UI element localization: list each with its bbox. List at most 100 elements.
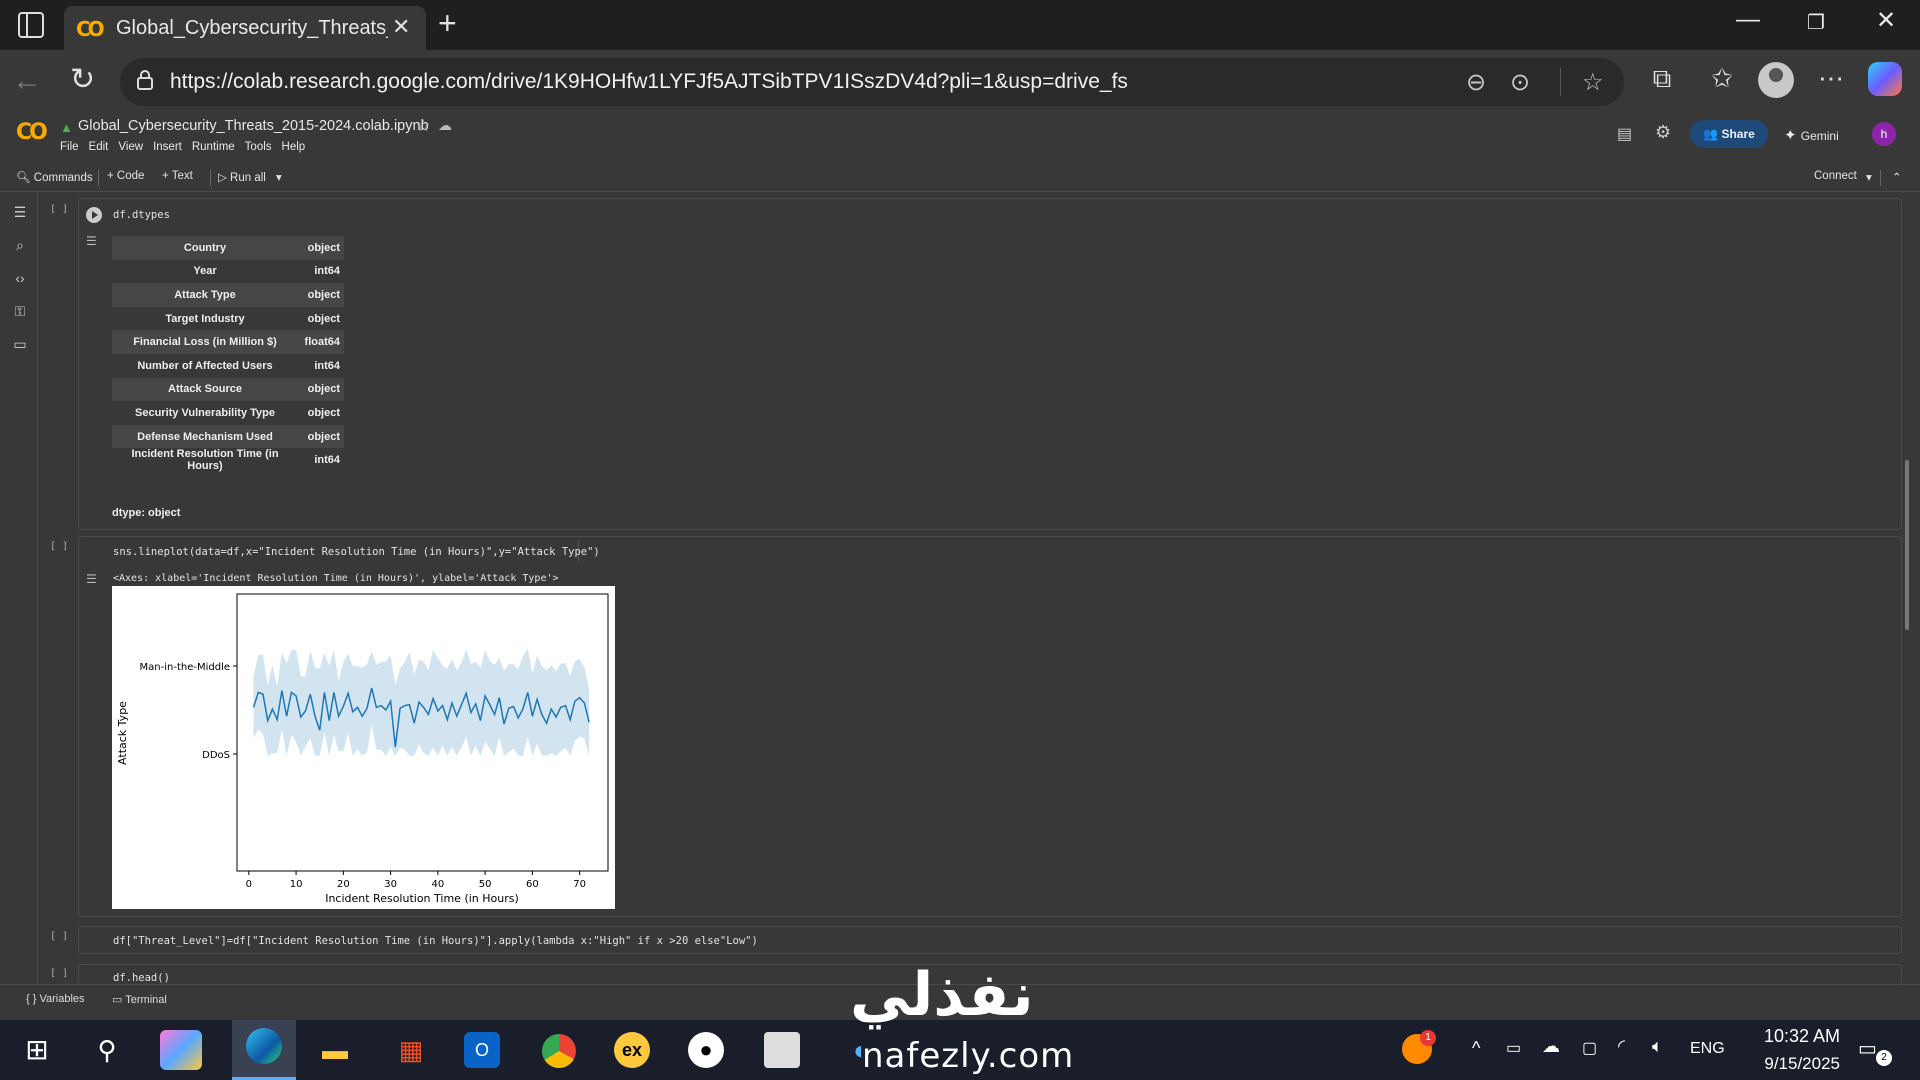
output-actions-icon[interactable]: ☰ (86, 234, 97, 248)
ex-app-icon[interactable]: ex (614, 1032, 650, 1068)
more-actions-icon[interactable]: ⊙ (1510, 68, 1530, 97)
outlook-icon[interactable]: O (464, 1032, 500, 1068)
secrets-key-icon[interactable]: ⚿ (12, 303, 28, 320)
menu-help[interactable]: Help (282, 141, 306, 153)
find-replace-icon[interactable]: ⌕ (12, 237, 28, 254)
watermark-arabic: نفذلي (850, 960, 1034, 1030)
notebook-toolbar: 🔍︎ Commands + Code + Text ▷ Run all ▾ Co… (0, 164, 1920, 192)
share-button[interactable]: 👥 Share (1690, 120, 1768, 148)
favorite-star-icon[interactable]: ☆ (1582, 68, 1604, 97)
edge-app-icon[interactable] (232, 1020, 296, 1080)
zoom-out-icon[interactable]: ⊖ (1466, 68, 1486, 97)
column-name-cell: Target Industry (165, 312, 245, 325)
cloud-icon: ☁ (438, 117, 452, 133)
cell-code[interactable]: df.head() (113, 972, 170, 984)
windows-start-icon[interactable]: ⊞ (16, 1030, 58, 1070)
dtype-cell: int64 (314, 454, 340, 467)
table-row: Attack Source object (112, 377, 344, 402)
gemini-button[interactable]: ✦ Gemini (1784, 126, 1839, 144)
sidebar-toggle-icon[interactable] (18, 12, 44, 38)
meet-icon[interactable]: ▢ (1582, 1038, 1597, 1058)
connect-button[interactable]: Connect (1814, 170, 1857, 182)
run-all-label: Run all (230, 172, 266, 184)
restore-button[interactable]: ❐ (1796, 10, 1836, 35)
address-bar[interactable]: https://colab.research.google.com/drive/… (120, 58, 1624, 106)
more-menu-icon[interactable]: ⋯ (1814, 63, 1848, 94)
column-name-cell: Year (193, 265, 217, 278)
wifi-icon[interactable]: ◜ (1618, 1036, 1625, 1057)
close-tab-icon[interactable]: ✕ (392, 14, 410, 40)
microsoft-store-icon[interactable]: ▦ (390, 1030, 432, 1070)
add-code-button[interactable]: + Code (107, 170, 144, 182)
comment-icon[interactable]: ▤ (1617, 124, 1632, 144)
table-of-contents-icon[interactable]: ☰ (12, 204, 28, 221)
back-button[interactable]: ← (12, 64, 42, 98)
colab-logo[interactable]: CO (16, 120, 48, 145)
commands-button[interactable]: 🔍︎ Commands (16, 170, 93, 184)
cell-execution-bracket: [ ] (50, 968, 69, 979)
clock-date[interactable]: 9/15/2025 (1742, 1054, 1840, 1074)
collapse-header-icon[interactable]: ⌃ (1892, 170, 1902, 184)
line-chart: 0 10 20 30 40 50 60 70 Man-in-the-Middle DDoS In… (112, 586, 615, 909)
notebook-title[interactable]: Global_Cybersecurity_Threats_2015-2024.c… (78, 118, 429, 134)
menu-view[interactable]: View (118, 141, 143, 153)
star-icon[interactable]: ☆ (416, 116, 430, 136)
browser-tab[interactable]: CO Global_Cybersecurity_Threats_201 ✕ (64, 6, 426, 50)
profile-avatar[interactable] (1758, 62, 1794, 98)
colab-tab-favicon: CO (76, 17, 105, 41)
x-axis-label: Incident Resolution Time (in Hours) (325, 892, 519, 905)
chrome-icon[interactable] (538, 1030, 580, 1070)
terminal-button[interactable]: ▭ Terminal (112, 993, 167, 1006)
file-explorer-icon[interactable]: ▬ (314, 1030, 356, 1070)
code-snippets-icon[interactable]: ‹› (12, 270, 28, 286)
copilot-icon[interactable] (1868, 62, 1902, 96)
notification-center-icon[interactable]: ▭ (1858, 1036, 1877, 1061)
cell-code[interactable]: df["Threat_Level"]=df["Incident Resoluti… (113, 935, 758, 947)
output-actions-icon[interactable]: ☰ (86, 572, 97, 586)
cell-code[interactable]: sns.lineplot(data=df,x="Incident Resolut… (113, 546, 600, 558)
close-window-button[interactable]: ✕ (1866, 6, 1906, 35)
extensions-icon[interactable]: ⧉ (1645, 63, 1679, 95)
run-all-dropdown-icon[interactable]: ▾ (276, 170, 282, 184)
notification-app-icon[interactable]: 1 (1402, 1030, 1436, 1064)
terminal-icon: ▭ (112, 994, 126, 1006)
language-indicator[interactable]: ENG (1690, 1040, 1725, 1058)
notebook-scrollbar[interactable] (1905, 460, 1909, 630)
table-row: Country object (112, 236, 344, 260)
confidence-band (253, 648, 590, 756)
cell-code[interactable]: df.dtypes (113, 209, 170, 221)
favorites-icon[interactable]: ✩ (1705, 63, 1739, 94)
chrome-logo-icon (542, 1034, 576, 1068)
menu-file[interactable]: File (60, 141, 79, 153)
gear-icon[interactable]: ⚙ (1655, 122, 1671, 143)
search-icon[interactable]: ⚲ (86, 1030, 128, 1070)
minimize-button[interactable]: — (1728, 6, 1768, 34)
menu-tools[interactable]: Tools (245, 141, 272, 153)
onedrive-cloud-icon[interactable]: ☁ (1542, 1036, 1560, 1057)
table-row: Number of Affected Users int64 (112, 354, 344, 378)
new-tab-button[interactable]: + (438, 5, 457, 42)
variables-button[interactable]: { } Variables (26, 993, 85, 1005)
add-text-button[interactable]: + Text (162, 170, 193, 182)
reload-button[interactable]: ↻ (70, 62, 95, 97)
volume-icon[interactable]: 🔈︎ (1652, 1036, 1663, 1057)
search-icon: 🔍︎ (16, 172, 34, 184)
code-cell[interactable] (78, 198, 1902, 530)
user-avatar[interactable]: h (1872, 122, 1896, 146)
menu-runtime[interactable]: Runtime (192, 141, 235, 153)
run-cell-button[interactable] (86, 207, 102, 223)
url-text[interactable]: https://colab.research.google.com/drive/… (170, 70, 1128, 94)
files-folder-icon[interactable]: ▭ (12, 336, 28, 353)
ida-app-icon[interactable] (764, 1032, 800, 1068)
run-all-button[interactable]: ▷ Run all (218, 170, 266, 184)
chevron-up-icon[interactable]: ^ (1472, 1038, 1480, 1059)
connect-dropdown-icon[interactable]: ▾ (1866, 170, 1872, 184)
clock-time[interactable]: 10:32 AM (1750, 1026, 1840, 1047)
column-name-cell: Attack Type (112, 283, 298, 307)
menu-edit[interactable]: Edit (89, 141, 109, 153)
github-icon[interactable]: ● (688, 1032, 724, 1068)
copilot-app-icon[interactable] (160, 1030, 202, 1070)
menu-insert[interactable]: Insert (153, 141, 182, 153)
divider (1880, 170, 1881, 186)
battery-icon[interactable]: ▭ (1506, 1038, 1521, 1058)
